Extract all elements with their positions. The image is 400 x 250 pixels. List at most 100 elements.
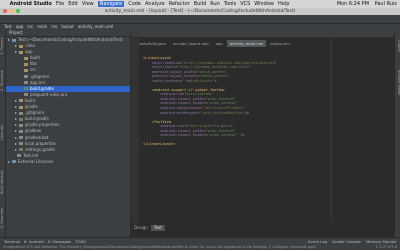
menu-analyze[interactable]: Analyze — [145, 1, 165, 7]
main-toolbar — [0, 15, 400, 30]
editor-gutter — [131, 38, 139, 223]
right-tool-1[interactable]: Android Model — [395, 70, 400, 95]
file-icon — [19, 117, 24, 121]
chevron-icon[interactable]: ▸ — [8, 159, 10, 164]
tree-row-label: .idea — [25, 43, 35, 49]
tree-row-label: libs — [30, 61, 37, 67]
file-icon — [24, 56, 28, 60]
file-icon — [24, 75, 28, 79]
editor-tab[interactable]: include_layout.xml — [170, 40, 213, 47]
left-tool-2[interactable]: Captures — [0, 125, 5, 141]
menu-refactor[interactable]: Refactor — [169, 1, 190, 7]
menu-vcs[interactable]: VCS — [240, 1, 250, 7]
chevron-icon[interactable]: ▸ — [15, 110, 17, 115]
tree-row-label: build.gradle — [30, 85, 54, 91]
chevron-icon[interactable]: ▸ — [15, 104, 17, 109]
tree-row-label: build — [30, 55, 40, 61]
file-icon — [19, 123, 24, 127]
tree-row-label: gradle.properties — [25, 122, 60, 128]
breadcrumb-item[interactable]: src — [27, 24, 33, 29]
cursor-position: 1:1 LF UTF-8 — [375, 245, 397, 249]
tree-row-label: app — [25, 49, 33, 55]
menu-build[interactable]: Build — [194, 1, 207, 7]
right-margin-guide — [331, 38, 332, 223]
editor-pane: MainActivity.java include_layout.xml app ac… — [131, 30, 394, 237]
clock: Mon 6:24 PM — [336, 1, 369, 7]
file-icon — [19, 111, 24, 115]
file-icon — [24, 87, 28, 91]
left-tool-4[interactable]: 2: Favorites — [0, 208, 5, 228]
code-editor[interactable]: <LinearLayout xmlns:android="http://sche… — [143, 56, 277, 147]
left-tool-1[interactable]: 2: Structure — [0, 70, 5, 91]
tree-row-label: gradlew — [25, 128, 42, 134]
zoom-window-button[interactable] — [15, 9, 20, 13]
right-tool-strip: Gradle Android Model — [394, 30, 400, 237]
menu-window[interactable]: Window — [254, 1, 274, 7]
left-tool-0[interactable]: 1: Project — [0, 38, 5, 55]
menu-navigate[interactable]: Navigate — [97, 1, 125, 7]
chevron-icon[interactable]: ▸ — [15, 141, 17, 146]
breadcrumb-item[interactable]: main — [37, 24, 47, 29]
tree-row-label: proguard-rules.pro — [30, 91, 68, 97]
file-icon — [19, 148, 24, 152]
tree-row-label: Test (~/Documents/Coding/IncludeWithAndr… — [18, 37, 123, 42]
project-panel-header[interactable]: Project — [6, 30, 130, 37]
editor-tab[interactable]: app — [213, 40, 227, 47]
menu-android-studio[interactable]: Android Studio — [10, 1, 52, 7]
editor-tab[interactable]: activity_main.xml — [226, 40, 268, 47]
menu-tools[interactable]: Tools — [224, 1, 236, 7]
editor-tabs: MainActivity.java include_layout.xml app ac… — [131, 30, 394, 47]
chevron-icon[interactable]: ▸ — [15, 98, 17, 103]
menu-help[interactable]: Help — [278, 1, 289, 7]
chevron-icon[interactable]: ▸ — [15, 122, 17, 127]
tab-text[interactable]: Text — [150, 225, 165, 231]
file-icon — [12, 38, 17, 42]
chevron-icon[interactable]: ▸ — [8, 37, 10, 42]
menubar-status: Mon 6:24 PM Paul Ruiz — [333, 0, 397, 8]
status-message: Unregistered VCS root detected: The dire… — [3, 245, 316, 249]
tree-row-label: local.properties — [25, 140, 57, 146]
file-icon — [19, 136, 24, 139]
breadcrumb-item[interactable]: layout — [61, 24, 73, 29]
tab-design[interactable]: Design — [131, 225, 151, 231]
left-tool-3[interactable]: Build Variants — [0, 170, 5, 194]
user-name: Paul Ruiz — [374, 1, 397, 7]
file-icon — [24, 93, 28, 97]
chevron-icon[interactable]: ▸ — [15, 135, 17, 140]
menu-edit[interactable]: Edit — [68, 1, 78, 7]
editor-tab[interactable]: styles.xml — [267, 40, 294, 47]
tree-row-label: .gitignore — [25, 110, 45, 116]
breadcrumb-item[interactable]: Test — [4, 24, 12, 29]
right-tool-0[interactable]: Gradle — [395, 40, 400, 52]
chevron-icon[interactable]: ▸ — [15, 49, 17, 54]
status-bar: Unregistered VCS root detected: The dire… — [0, 244, 400, 250]
tree-row-label: gradle — [25, 104, 38, 110]
breadcrumb-item[interactable]: app — [16, 24, 24, 29]
chevron-icon[interactable]: ▸ — [15, 128, 17, 133]
project-panel: Project ▸ Test (~/Documents/Coding/Includ… — [6, 30, 130, 237]
menu-file[interactable]: File — [56, 1, 64, 7]
minimize-window-button[interactable] — [9, 9, 14, 13]
chevron-icon[interactable]: ▸ — [15, 116, 17, 121]
breadcrumb-item[interactable]: res — [51, 24, 57, 29]
window-title-bar: activity_main.xml - [layout] - [Test] - … — [0, 8, 400, 15]
breadcrumb-item[interactable]: activity_main.xml — [78, 24, 113, 29]
menu-view[interactable]: View — [82, 1, 94, 7]
tree-row-label: src — [30, 67, 36, 73]
code-line: </LinearLayout> — [143, 142, 176, 147]
file-icon — [24, 68, 28, 72]
close-window-button[interactable] — [3, 9, 7, 13]
project-tree: ▸ Test (~/Documents/Coding/IncludeWithAnd… — [6, 37, 130, 165]
menu-run[interactable]: Run — [210, 1, 220, 7]
menu-items: Android Studio File Edit View Navigate Code An… — [10, 1, 294, 7]
tree-row-label: External Libraries — [18, 158, 54, 164]
file-icon — [19, 50, 24, 54]
file-icon — [19, 105, 24, 109]
file-icon — [12, 160, 17, 164]
chevron-icon[interactable]: ▸ — [15, 43, 17, 48]
file-icon — [19, 142, 24, 146]
tree-row[interactable]: ▸ External Libraries — [6, 159, 130, 165]
chevron-icon[interactable]: ▸ — [15, 147, 17, 152]
tree-row-label: .gitignore — [30, 73, 50, 79]
menu-code[interactable]: Code — [128, 1, 141, 7]
